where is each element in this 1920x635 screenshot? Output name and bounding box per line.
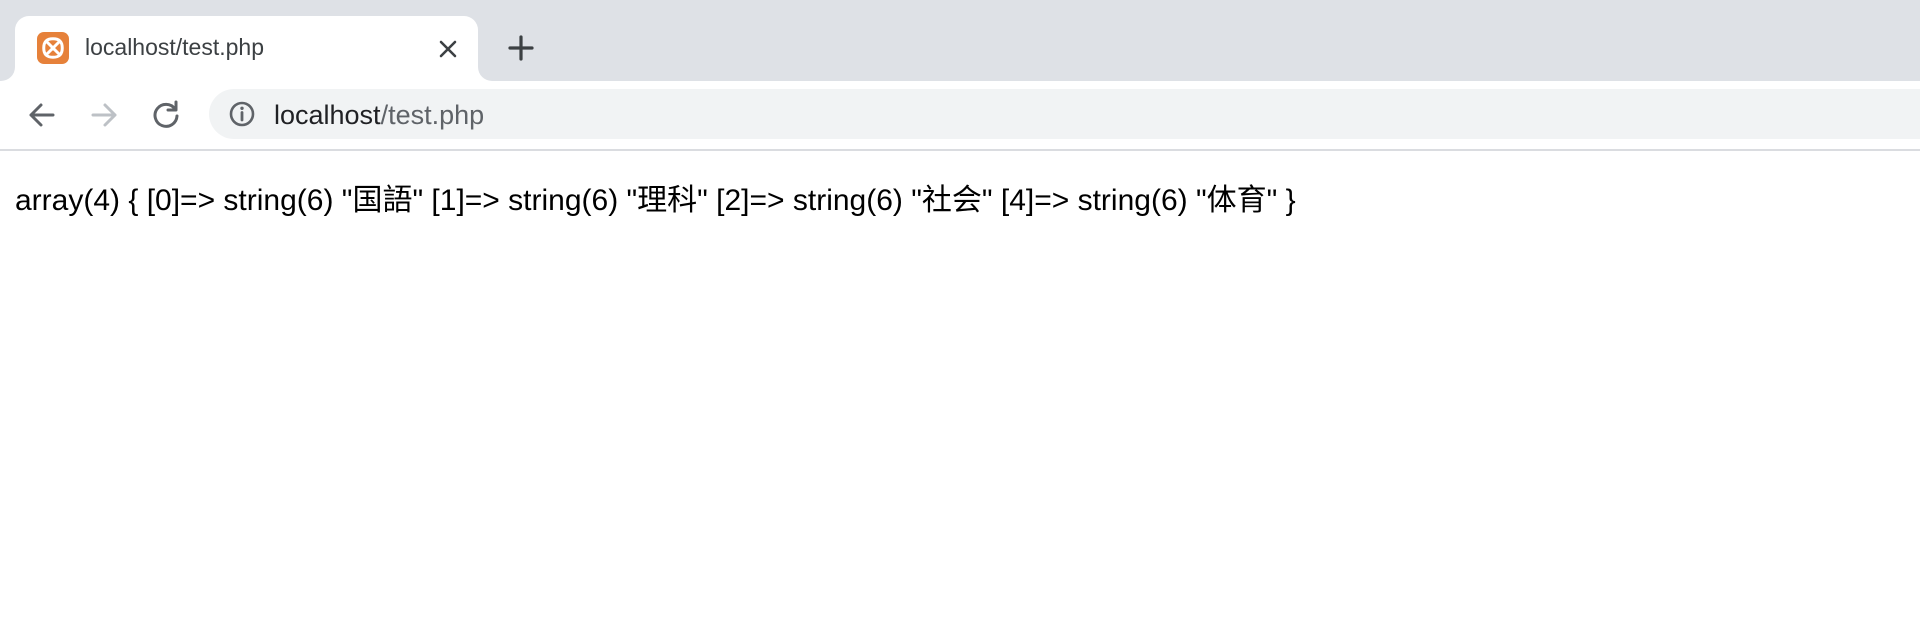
close-icon[interactable] (433, 34, 463, 64)
url-host: localhost (274, 100, 381, 130)
tab-strip: localhost/test.php (0, 0, 1920, 81)
forward-button[interactable] (84, 95, 124, 135)
browser-toolbar: localhost/test.php (0, 81, 1920, 151)
page-content: array(4) { [0]=> string(6) "国語" [1]=> st… (0, 153, 1920, 635)
info-icon[interactable] (228, 100, 256, 128)
tab-active[interactable]: localhost/test.php (15, 16, 478, 81)
reload-button[interactable] (146, 95, 186, 135)
xampp-icon (37, 32, 69, 64)
arrow-right-icon (91, 103, 117, 127)
new-tab-button[interactable] (505, 32, 537, 64)
back-button[interactable] (22, 95, 62, 135)
url-text: localhost/test.php (274, 101, 484, 129)
plus-icon (508, 35, 534, 61)
reload-icon (153, 100, 179, 128)
arrow-left-icon (29, 103, 55, 127)
url-path: /test.php (380, 100, 485, 130)
var-dump-output: array(4) { [0]=> string(6) "国語" [1]=> st… (15, 184, 1296, 217)
address-bar[interactable]: localhost/test.php (209, 89, 1920, 139)
tab-title: localhost/test.php (85, 34, 265, 60)
